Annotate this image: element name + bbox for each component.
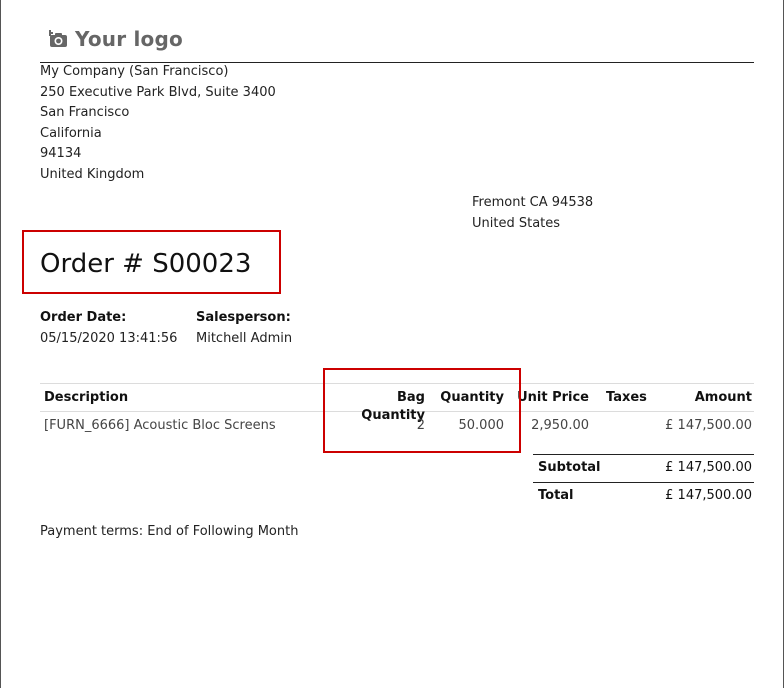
company-city: San Francisco <box>40 105 130 120</box>
customer-city-line: Fremont CA 94538 <box>472 195 594 210</box>
order-title: Order # S00023 <box>40 249 252 279</box>
camera-icon <box>49 30 69 48</box>
company-state: California <box>40 125 102 141</box>
salesperson-value: Mitchell Admin <box>196 331 293 346</box>
order-date-label: Order Date: <box>40 310 127 325</box>
table-row-description: [FURN_6666] Acoustic Bloc Screens <box>44 418 276 433</box>
salesperson-block: Salesperson: Mitchell Admin <box>196 308 292 349</box>
table-row-unit-price: 2,950.00 <box>531 418 589 433</box>
subtotal-label: Subtotal <box>538 460 601 475</box>
logo-text: Your logo <box>75 27 183 51</box>
header-unit-price: Unit Price <box>517 390 589 405</box>
company-street: 250 Executive Park Blvd, Suite 3400 <box>40 84 276 100</box>
header-description: Description <box>44 390 129 405</box>
customer-address: Fremont CA 94538 United States <box>472 193 593 234</box>
order-date-value: 05/15/2020 13:41:56 <box>40 331 178 346</box>
salesperson-label: Salesperson: <box>196 310 291 325</box>
header-amount: Amount <box>694 390 752 405</box>
subtotal-border <box>533 454 754 455</box>
total-value: £ 147,500.00 <box>665 488 752 503</box>
company-name: My Company (San Francisco) <box>40 64 229 79</box>
clipped-address-line <box>472 177 572 185</box>
company-zip: 94134 <box>40 146 82 161</box>
header-taxes: Taxes <box>606 390 647 405</box>
company-country: United Kingdom <box>40 166 145 182</box>
total-border <box>533 482 754 483</box>
table-row-amount: £ 147,500.00 <box>665 418 752 433</box>
subtotal-value: £ 147,500.00 <box>665 460 752 475</box>
order-date-block: Order Date: 05/15/2020 13:41:56 <box>40 308 177 349</box>
customer-country: United States <box>472 215 561 231</box>
company-address: My Company (San Francisco) 250 Executive… <box>40 62 276 185</box>
page-left-border <box>0 0 1 688</box>
company-logo: Your logo <box>49 26 183 52</box>
payment-terms: Payment terms: End of Following Month <box>40 524 299 539</box>
quantity-columns-highlight <box>323 368 521 453</box>
total-label: Total <box>538 488 574 503</box>
